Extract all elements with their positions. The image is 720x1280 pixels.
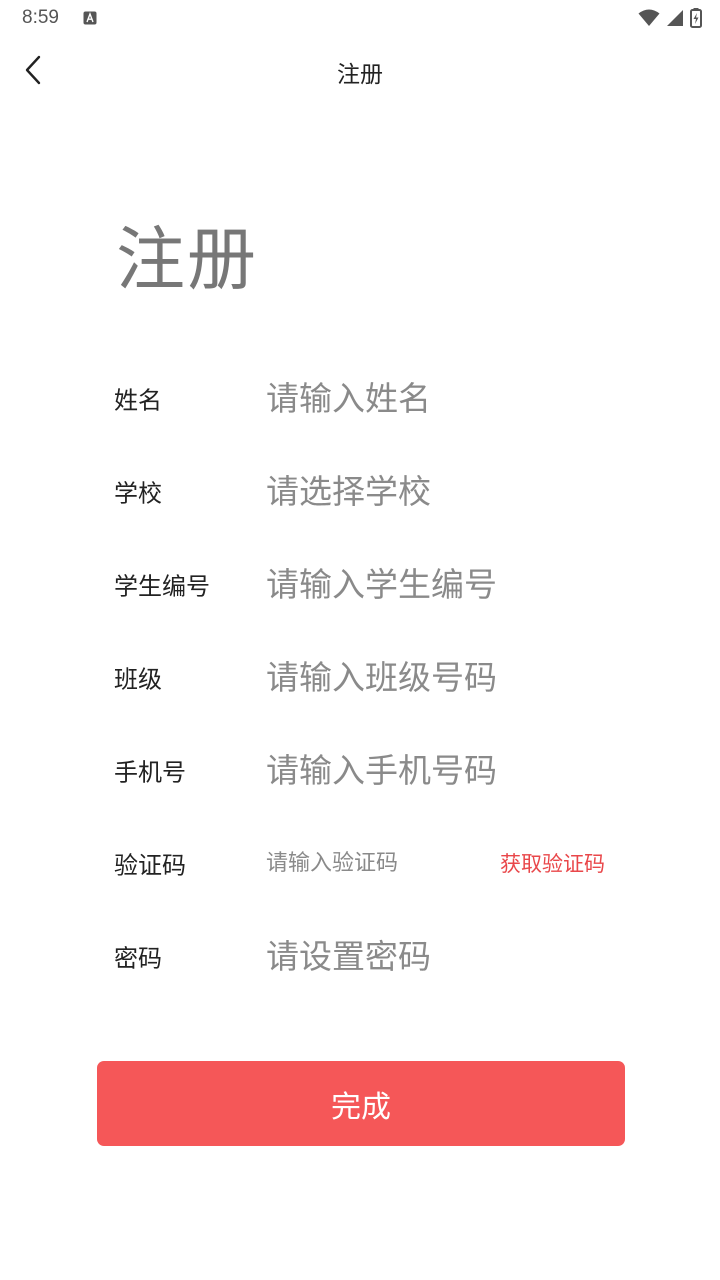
submit-button[interactable]: 完成 [97, 1061, 625, 1146]
code-input[interactable] [266, 833, 486, 893]
school-select[interactable] [266, 461, 626, 521]
nav-title: 注册 [337, 62, 383, 88]
phone-row: 手机号 [114, 740, 634, 800]
password-label: 密码 [114, 944, 162, 973]
status-time: 8:59 [22, 7, 59, 28]
notification-a-icon [83, 11, 97, 25]
class-row: 班级 [114, 647, 634, 707]
name-label: 姓名 [114, 386, 162, 415]
student-id-row: 学生编号 [114, 554, 634, 614]
class-label: 班级 [114, 665, 162, 694]
wifi-icon [638, 9, 660, 26]
class-input[interactable] [266, 647, 626, 707]
student-id-input[interactable] [266, 554, 626, 614]
password-input[interactable] [266, 926, 626, 986]
school-row[interactable]: 学校 [114, 461, 634, 521]
get-code-button[interactable]: 获取验证码 [500, 848, 605, 878]
name-row: 姓名 [114, 368, 634, 428]
school-label: 学校 [114, 479, 162, 508]
status-icons [638, 8, 702, 28]
code-label: 验证码 [114, 851, 186, 880]
student-id-label: 学生编号 [114, 572, 210, 601]
phone-input[interactable] [266, 740, 626, 800]
page-heading: 注册 [116, 220, 258, 300]
status-bar: 8:59 [0, 0, 720, 36]
phone-label: 手机号 [114, 758, 186, 787]
code-row: 验证码 获取验证码 [114, 833, 634, 893]
password-row: 密码 [114, 926, 634, 986]
name-input[interactable] [266, 368, 626, 428]
nav-bar: 注册 [0, 36, 720, 104]
signal-icon [667, 10, 683, 26]
battery-charging-icon [690, 8, 702, 28]
